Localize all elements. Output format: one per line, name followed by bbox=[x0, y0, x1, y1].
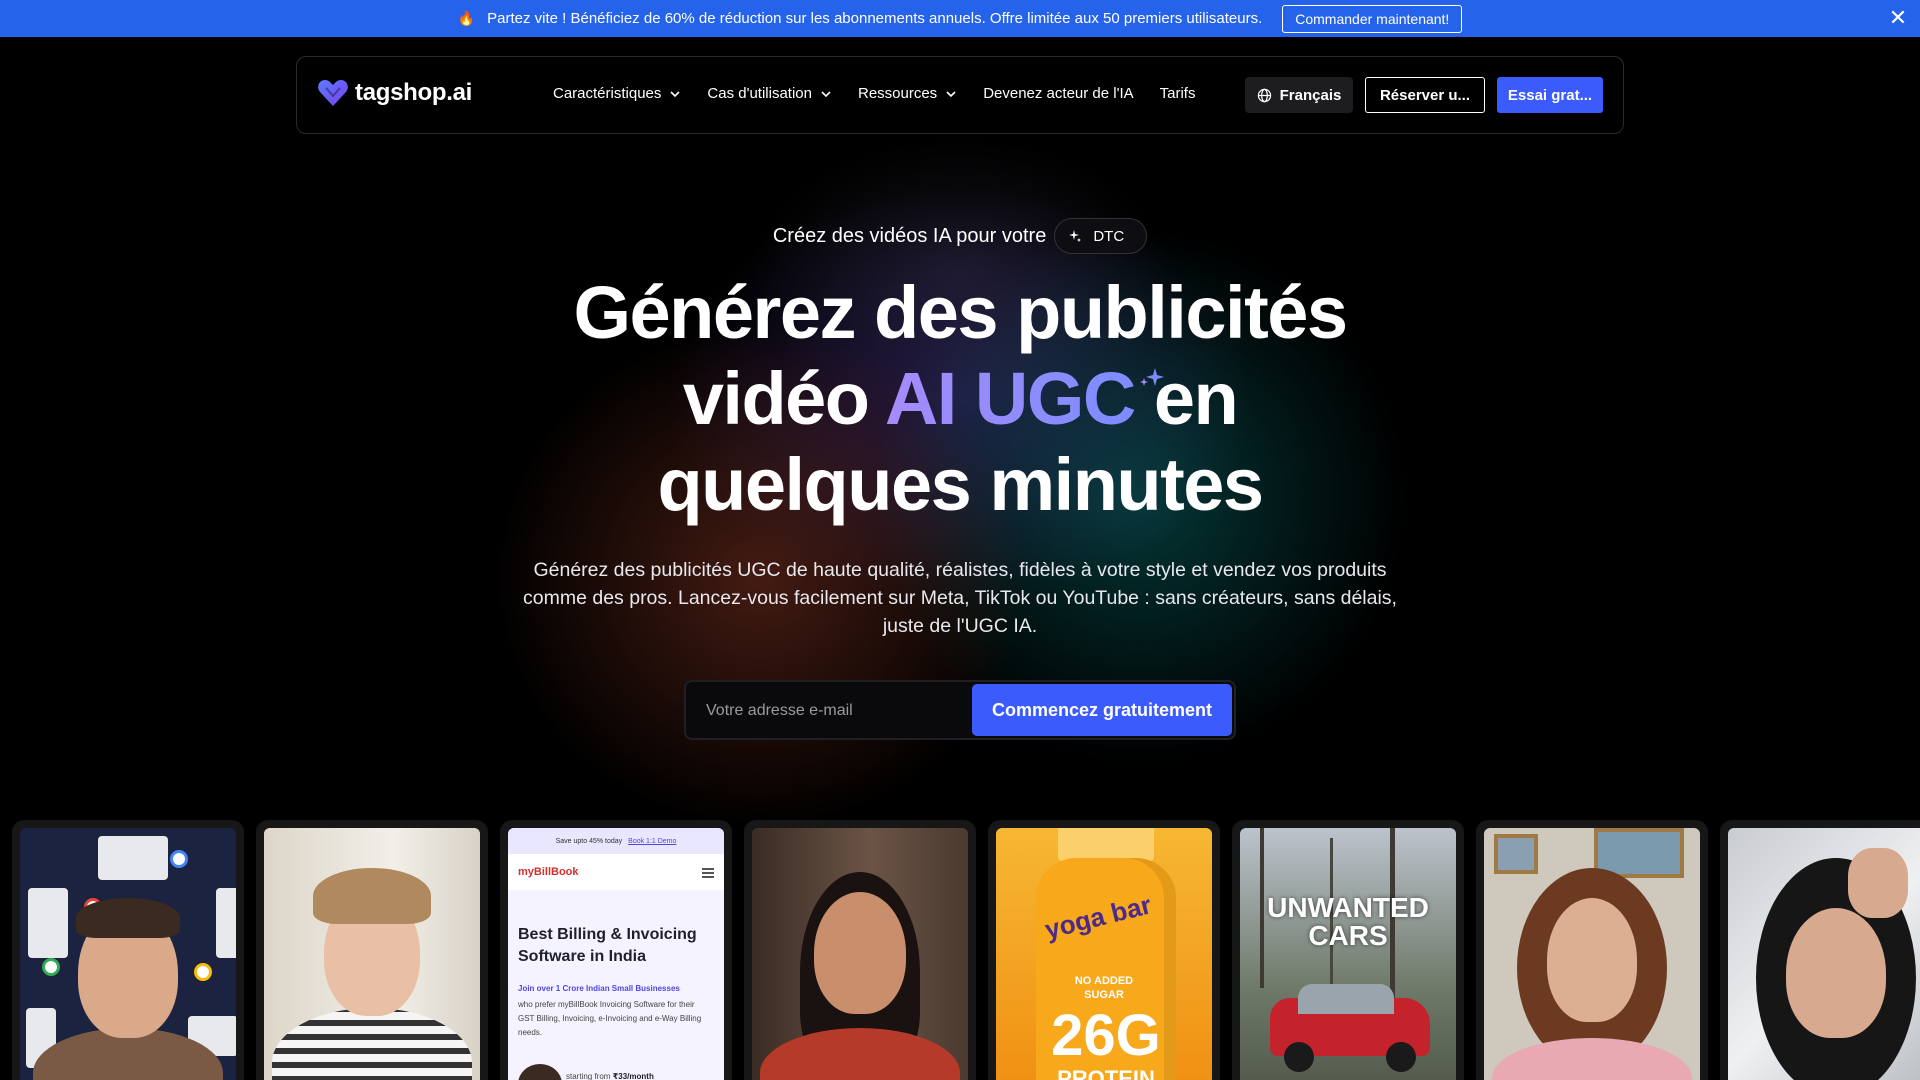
free-trial-button[interactable]: Essai grat... bbox=[1497, 77, 1603, 113]
menu-pricing[interactable]: Tarifs bbox=[1160, 85, 1196, 102]
video-card[interactable]: yoga bar NO ADDED SUGAR 26G PROTEIN bbox=[988, 820, 1220, 1080]
menu-become-ai-actor[interactable]: Devenez acteur de l'IA bbox=[983, 85, 1133, 102]
promo-strip-text: Save upto 45% today bbox=[555, 837, 623, 845]
logo[interactable]: tagshop.ai bbox=[317, 79, 472, 107]
close-icon[interactable]: ✕ bbox=[1886, 6, 1910, 30]
promo-strip-link: Book 1:1 Demo bbox=[628, 837, 677, 845]
card-thumbnail-woman-scratching-head bbox=[1728, 828, 1920, 1080]
card-price-prefix: starting from bbox=[566, 1072, 611, 1080]
card-thumbnail-man-reviews bbox=[20, 828, 236, 1080]
hero-kicker: Créez des vidéos IA pour votre DTC bbox=[0, 218, 1920, 254]
logo-text: tagshop.ai bbox=[355, 79, 473, 106]
video-card[interactable] bbox=[1720, 820, 1920, 1080]
main-menu: Caractéristiques Cas d'utilisation Resso… bbox=[553, 85, 1195, 102]
chevron-down-icon bbox=[670, 90, 680, 97]
card-thumbnail-woman-striped bbox=[264, 828, 480, 1080]
menu-features[interactable]: Caractéristiques bbox=[553, 85, 681, 102]
start-free-button[interactable]: Commencez gratuitement bbox=[972, 684, 1232, 736]
video-card[interactable]: UNWANTED CARS bbox=[1232, 820, 1464, 1080]
headline-line-3: quelques minutes bbox=[657, 443, 1264, 526]
heart-logo-icon bbox=[318, 80, 348, 106]
video-cards-strip: Save upto 45% today Book 1:1 Demo myBill… bbox=[0, 820, 1920, 1080]
menu-label: Devenez acteur de l'IA bbox=[983, 85, 1134, 102]
unwanted-cars-caption: UNWANTED CARS bbox=[1267, 892, 1429, 951]
card-thumbnail-yoga-bar: yoga bar NO ADDED SUGAR 26G PROTEIN bbox=[996, 828, 1212, 1080]
card-thumbnail-unwanted-cars: UNWANTED CARS bbox=[1240, 828, 1456, 1080]
menu-use-cases[interactable]: Cas d'utilisation bbox=[707, 85, 832, 102]
card-thumbnail-woman-red bbox=[752, 828, 968, 1080]
card-thumbnail-mybillbook: Save upto 45% today Book 1:1 Demo myBill… bbox=[508, 828, 724, 1080]
yoga-bar-claim: NO ADDED SUGAR bbox=[1074, 975, 1134, 1001]
menu-resources[interactable]: Ressources bbox=[858, 85, 957, 102]
menu-label: Ressources bbox=[857, 85, 938, 102]
kicker-text: Créez des vidéos IA pour votre bbox=[772, 224, 1047, 247]
language-selector[interactable]: Français bbox=[1245, 77, 1353, 113]
yoga-bar-protein: 26G bbox=[1051, 1003, 1161, 1068]
card-body: who prefer myBillBook Invoicing Software… bbox=[518, 1000, 702, 1037]
language-label: Français bbox=[1279, 86, 1342, 104]
menu-label: Caractéristiques bbox=[553, 85, 662, 102]
video-card[interactable] bbox=[256, 820, 488, 1080]
hero-subtext: Générez des publicités UGC de haute qual… bbox=[523, 559, 1397, 637]
navbar: tagshop.ai Caractéristiques Cas d'utilis… bbox=[296, 56, 1624, 134]
globe-icon bbox=[1257, 88, 1271, 102]
pill-text: DTC bbox=[1093, 227, 1125, 245]
headline-accent: AI UGC bbox=[884, 357, 1137, 440]
card-thumbnail-woman-curly bbox=[1484, 828, 1700, 1080]
sparkle-icon bbox=[1069, 230, 1082, 242]
video-card[interactable] bbox=[1476, 820, 1708, 1080]
chevron-down-icon bbox=[821, 90, 831, 97]
audience-pill: DTC bbox=[1054, 218, 1148, 254]
headline-line-1: Générez des publicités bbox=[573, 271, 1348, 354]
card-price-row: starting from ₹33/month bbox=[566, 1072, 654, 1080]
book-demo-button[interactable]: Réserver u... bbox=[1365, 77, 1485, 113]
card-body-head: Join over 1 Crore Indian Small Businesse… bbox=[518, 984, 680, 993]
mybillbook-logo: myBillBook bbox=[518, 866, 579, 878]
chevron-down-icon bbox=[946, 90, 956, 97]
video-card[interactable] bbox=[12, 820, 244, 1080]
hamburger-icon bbox=[702, 868, 714, 870]
fire-icon: 🔥 bbox=[457, 10, 476, 26]
hero-headline: Générez des publicités vidéo AI UGC en q… bbox=[460, 270, 1460, 528]
headline-line-2: vidéo AI UGC en bbox=[460, 356, 1460, 442]
headline-word: vidéo bbox=[682, 357, 870, 440]
video-card[interactable]: Save upto 45% today Book 1:1 Demo myBill… bbox=[500, 820, 732, 1080]
card-title: Best Billing & Invoicing Software in Ind… bbox=[518, 926, 697, 965]
promo-banner: 🔥 Partez vite ! Bénéficiez de 60% de réd… bbox=[0, 0, 1920, 37]
yoga-bar-protein-label: PROTEIN bbox=[1057, 1066, 1155, 1080]
email-input[interactable] bbox=[706, 696, 956, 726]
video-card[interactable] bbox=[744, 820, 976, 1080]
order-now-button[interactable]: Commander maintenant! bbox=[1282, 4, 1463, 33]
promo-text: Partez vite ! Bénéficiez de 60% de réduc… bbox=[487, 10, 1263, 27]
card-price: ₹33/month bbox=[612, 1072, 654, 1080]
signup-form: Commencez gratuitement bbox=[684, 680, 1236, 740]
menu-label: Tarifs bbox=[1159, 85, 1196, 102]
menu-label: Cas d'utilisation bbox=[707, 85, 812, 102]
